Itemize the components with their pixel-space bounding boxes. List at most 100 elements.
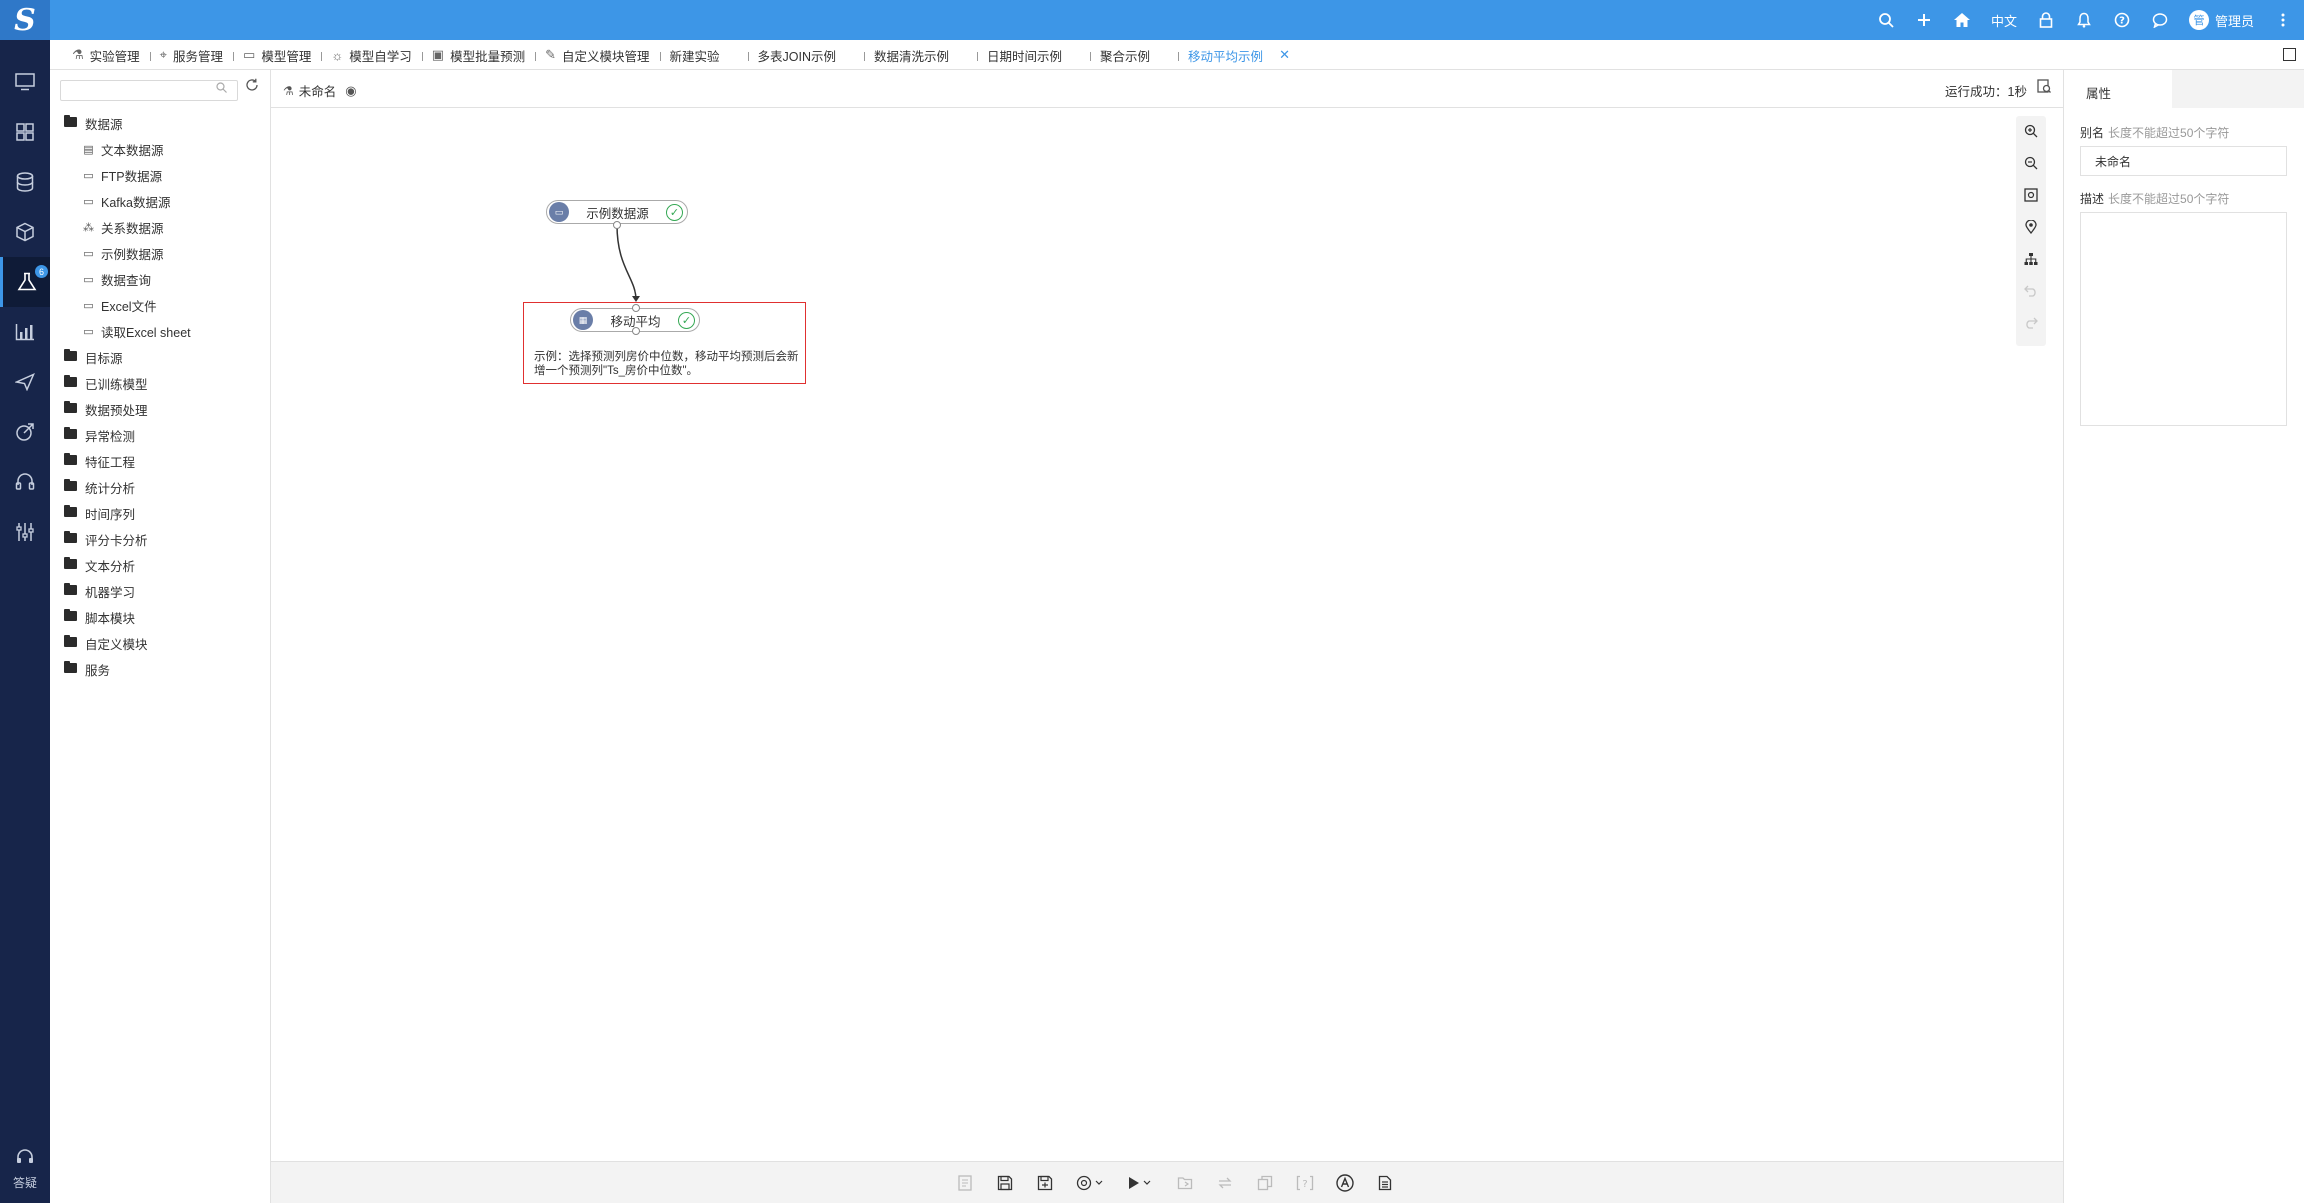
tree-folder-machine-learning[interactable]: 机器学习	[64, 578, 269, 604]
tree-folder-target[interactable]: 目标源	[64, 344, 269, 370]
tab-moving-average-example[interactable]: 移动平均示例 ✕	[1178, 40, 1300, 70]
folder-icon	[64, 661, 77, 673]
tree-item-relational-source[interactable]: ⁂ 关系数据源	[64, 214, 269, 240]
tab-data-clean-example[interactable]: 数据清洗示例	[864, 40, 977, 70]
bell-icon[interactable]	[2075, 11, 2093, 29]
input-port[interactable]	[632, 304, 640, 312]
tab-new-experiment[interactable]: 新建实验	[659, 40, 748, 70]
tab-properties[interactable]: 属性	[2064, 70, 2172, 108]
tab-model-manage[interactable]: ▭ 模型管理	[233, 40, 321, 70]
tree-item-text-source[interactable]: ▤ 文本数据源	[64, 136, 269, 162]
fit-view-icon[interactable]	[2016, 180, 2046, 210]
zoom-toolbar	[2016, 116, 2046, 346]
output-port[interactable]	[613, 221, 621, 229]
nav-send-icon[interactable]	[0, 357, 50, 407]
tab-aggregate-example[interactable]: 聚合示例	[1090, 40, 1178, 70]
run-dropdown-icon[interactable]	[1124, 1172, 1156, 1194]
edge-connection[interactable]	[616, 224, 637, 301]
language-switch[interactable]: 中文	[1991, 11, 2017, 30]
home-icon[interactable]	[1953, 11, 1971, 29]
location-icon: ⌖	[159, 47, 167, 62]
tree-search-input[interactable]	[60, 80, 238, 101]
tree-label: 目标源	[85, 351, 123, 366]
tab-datetime-example[interactable]: 日期时间示例	[977, 40, 1090, 70]
zoom-out-icon[interactable]	[2016, 148, 2046, 178]
tree-item-excel-file[interactable]: ▭ Excel文件	[64, 292, 269, 318]
tab-service-manage[interactable]: ⌖ 服务管理	[149, 40, 233, 70]
tab-custom-module-manage[interactable]: ✎ 自定义模块管理	[535, 40, 659, 70]
help-qa[interactable]: 答疑	[0, 1149, 50, 1191]
chat-icon[interactable]	[2151, 11, 2169, 29]
save-icon[interactable]	[994, 1172, 1016, 1194]
properties-tab-bar: 属性	[2064, 70, 2304, 108]
tree-folder-preprocess[interactable]: 数据预处理	[64, 396, 269, 422]
tree-folder-feature[interactable]: 特征工程	[64, 448, 269, 474]
search-icon[interactable]	[1877, 11, 1895, 29]
layout-icon[interactable]	[2016, 244, 2046, 274]
new-icon[interactable]	[954, 1172, 976, 1194]
publish-dropdown-icon[interactable]	[1074, 1172, 1106, 1194]
nav-cube-icon[interactable]	[0, 207, 50, 257]
tree-folder-service[interactable]: 服务	[64, 656, 269, 682]
more-icon[interactable]	[2274, 11, 2292, 29]
folder-icon	[64, 401, 77, 413]
user-menu[interactable]: 管 管理员	[2188, 10, 2254, 30]
tree-item-kafka-source[interactable]: ▭ Kafka数据源	[64, 188, 269, 214]
experiment-name[interactable]: ⚗ 未命名 ◉	[283, 81, 357, 100]
tree-folder-scorecard[interactable]: 评分卡分析	[64, 526, 269, 552]
nav-experiment-icon[interactable]: 6	[0, 257, 50, 307]
tree-item-ftp-source[interactable]: ▭ FTP数据源	[64, 162, 269, 188]
help-icon[interactable]: ?	[2113, 11, 2131, 29]
lock-icon[interactable]	[2037, 11, 2055, 29]
folder-icon	[64, 583, 77, 595]
tab-model-batch-predict[interactable]: ▣ 模型批量预测	[421, 40, 535, 70]
tree-folder-timeseries[interactable]: 时间序列	[64, 500, 269, 526]
nav-database-icon[interactable]	[0, 157, 50, 207]
refresh-cycle-icon[interactable]	[1214, 1172, 1236, 1194]
workflow-canvas[interactable]: ▭ 示例数据源 ✓ 示例：选择预测列房价中位数，移动平均预测后会新增一个预测列"…	[271, 108, 2063, 1161]
nav-satellite-icon[interactable]	[0, 407, 50, 457]
settings-icon[interactable]: ◉	[345, 83, 356, 99]
save-as-icon[interactable]	[1034, 1172, 1056, 1194]
tab-multi-join-example[interactable]: 多表JOIN示例	[747, 40, 864, 70]
plus-icon[interactable]	[1915, 11, 1933, 29]
zoom-in-icon[interactable]	[2016, 116, 2046, 146]
undo-icon[interactable]	[2016, 276, 2046, 306]
nav-tools-icon[interactable]	[0, 507, 50, 557]
export-icon[interactable]	[1174, 1172, 1196, 1194]
tree-item-sample-source[interactable]: ▭ 示例数据源	[64, 240, 269, 266]
font-a-icon[interactable]	[1334, 1172, 1356, 1194]
app-logo[interactable]: S	[0, 0, 50, 40]
node-label: 示例数据源	[586, 206, 649, 221]
maximize-icon[interactable]	[2283, 48, 2296, 61]
tree-folder-script[interactable]: 脚本模块	[64, 604, 269, 630]
locate-icon[interactable]	[2016, 212, 2046, 242]
description-textarea[interactable]	[2080, 212, 2287, 426]
nav-dashboard-icon[interactable]	[0, 107, 50, 157]
log-icon[interactable]	[2037, 79, 2051, 96]
nav-chart-icon[interactable]	[0, 307, 50, 357]
tree-folder-anomaly[interactable]: 异常检测	[64, 422, 269, 448]
search-icon[interactable]	[216, 82, 227, 96]
nav-monitor-icon[interactable]	[0, 57, 50, 107]
tree-folder-statistics[interactable]: 统计分析	[64, 474, 269, 500]
tree-item-data-query[interactable]: ▭ 数据查询	[64, 266, 269, 292]
svg-text:?: ?	[1302, 1179, 1307, 1190]
document-icon[interactable]	[1374, 1172, 1396, 1194]
tree-folder-text-analysis[interactable]: 文本分析	[64, 552, 269, 578]
tab-model-self-learning[interactable]: ☼ 模型自学习	[321, 40, 421, 70]
tree-folder-datasource[interactable]: 数据源	[64, 110, 269, 136]
nav-service-icon[interactable]	[0, 457, 50, 507]
alias-input[interactable]: 未命名	[2080, 146, 2287, 176]
tab-experiment-manage[interactable]: ⚗ 实验管理	[62, 40, 150, 70]
refresh-icon[interactable]	[245, 78, 259, 97]
tree-label: 读取Excel sheet	[101, 325, 191, 340]
close-icon[interactable]: ✕	[1279, 47, 1290, 63]
tree-folder-trained-models[interactable]: 已训练模型	[64, 370, 269, 396]
redo-icon[interactable]	[2016, 308, 2046, 338]
copy-icon[interactable]	[1254, 1172, 1276, 1194]
bracket-help-icon[interactable]: ?	[1294, 1172, 1316, 1194]
tree-item-excel-sheet[interactable]: ▭ 读取Excel sheet	[64, 318, 269, 344]
output-port[interactable]	[632, 327, 640, 335]
tree-folder-custom[interactable]: 自定义模块	[64, 630, 269, 656]
